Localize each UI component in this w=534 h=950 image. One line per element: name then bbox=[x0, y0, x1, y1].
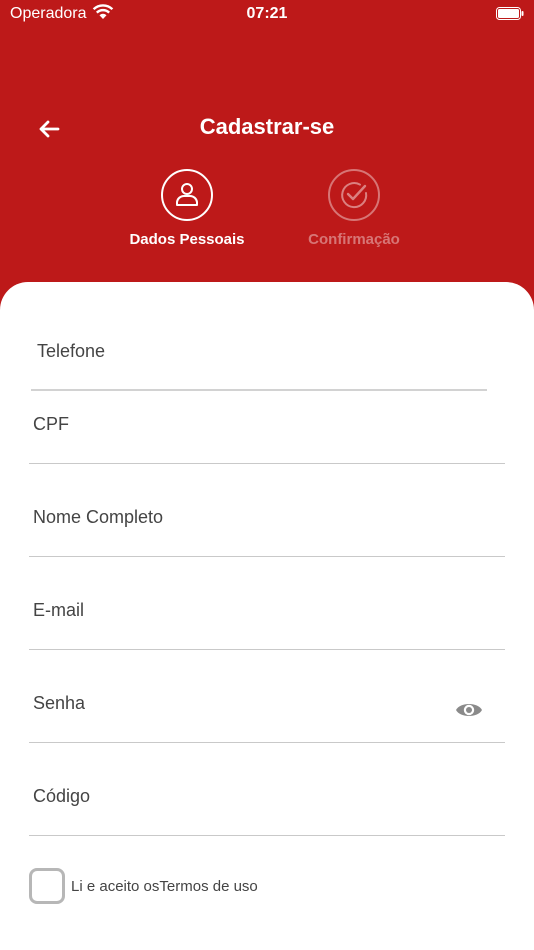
step-circle-2 bbox=[328, 169, 380, 221]
step-confirmacao: Confirmação bbox=[274, 169, 434, 248]
cpf-underline bbox=[29, 463, 505, 464]
check-circle-icon bbox=[341, 182, 368, 209]
terms-checkbox[interactable] bbox=[29, 868, 65, 904]
email-label: E-mail bbox=[33, 600, 85, 620]
senha-underline bbox=[29, 742, 505, 743]
status-bar: Operadora 07:21 bbox=[0, 0, 534, 28]
senha-field[interactable]: Senha bbox=[29, 679, 505, 744]
email-underline bbox=[29, 649, 505, 650]
telefone-label: Telefone bbox=[37, 341, 106, 361]
step-label-2: Confirmação bbox=[308, 231, 400, 248]
codigo-field[interactable]: Código bbox=[29, 772, 505, 837]
header: Operadora 07:21 Cadastrar-se Dados Pesso… bbox=[0, 0, 534, 320]
user-icon bbox=[176, 183, 198, 206]
step-circle-1 bbox=[161, 169, 213, 221]
step-dados-pessoais: Dados Pessoais bbox=[107, 169, 267, 248]
nome-completo-label: Nome Completo bbox=[33, 507, 164, 527]
status-time: 07:21 bbox=[246, 5, 288, 22]
cpf-field[interactable]: CPF bbox=[29, 400, 505, 465]
codigo-underline bbox=[29, 835, 505, 836]
terms-link[interactable]: Termos de uso bbox=[159, 878, 257, 895]
nome-completo-underline bbox=[29, 556, 505, 557]
cpf-label: CPF bbox=[33, 414, 69, 434]
telefone-underline bbox=[31, 389, 487, 391]
senha-label: Senha bbox=[33, 693, 86, 713]
page-title: Cadastrar-se bbox=[199, 114, 335, 139]
terms-text: Li e aceito osTermos de uso bbox=[71, 878, 258, 895]
toggle-password-button[interactable] bbox=[455, 699, 483, 721]
email-field[interactable]: E-mail bbox=[29, 586, 505, 651]
battery-icon bbox=[496, 7, 524, 20]
eye-icon bbox=[456, 704, 482, 716]
step-label-1: Dados Pessoais bbox=[129, 231, 245, 248]
terms-prefix: Li e aceito os bbox=[71, 878, 160, 895]
telefone-field[interactable]: Telefone bbox=[29, 320, 505, 392]
codigo-label: Código bbox=[33, 786, 91, 806]
nome-completo-field[interactable]: Nome Completo bbox=[29, 493, 505, 558]
